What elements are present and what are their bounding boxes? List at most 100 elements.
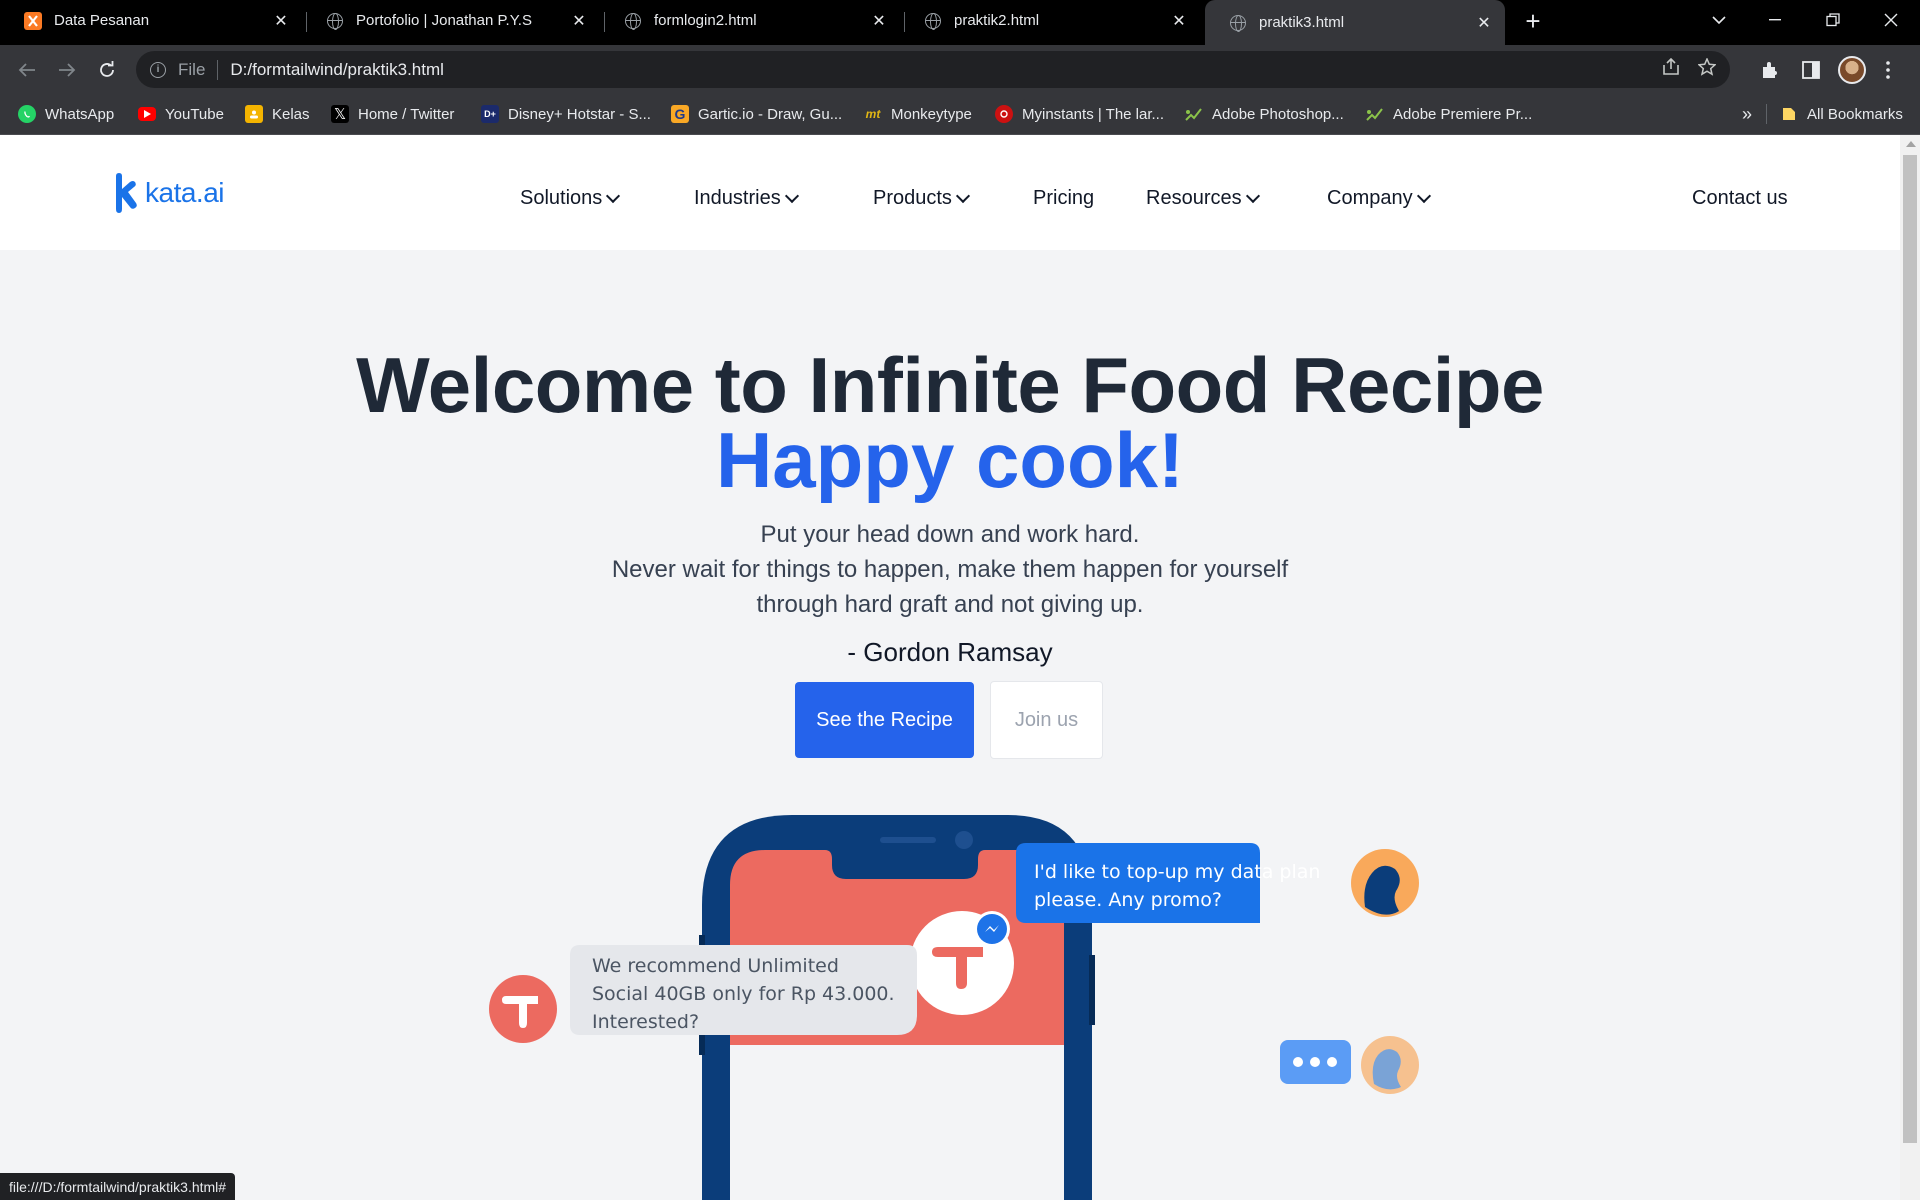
whatsapp-icon: [18, 105, 36, 123]
bot-message-line: Interested?: [592, 1011, 699, 1033]
extensions-icon[interactable]: [1760, 53, 1780, 87]
tab-praktik3[interactable]: praktik3.html ✕: [1205, 0, 1505, 45]
bookmarks-overflow-button[interactable]: »: [1742, 103, 1752, 125]
tab-title: formlogin2.html: [654, 12, 757, 29]
user-avatar-graphic: [1351, 849, 1419, 917]
nav-company[interactable]: Company: [1327, 187, 1431, 210]
chevron-down-icon: [1245, 188, 1260, 203]
tab-title: praktik3.html: [1259, 14, 1345, 31]
tab-search-icon[interactable]: [1696, 0, 1742, 40]
nav-resources[interactable]: Resources: [1146, 187, 1260, 210]
chatbot-illustration: I'd like to top-up my data plan please. …: [489, 815, 1419, 1200]
tab-praktik2[interactable]: praktik2.html ✕: [900, 0, 1200, 41]
reload-button[interactable]: [90, 53, 124, 87]
youtube-icon: [138, 107, 156, 121]
url-separator: [217, 59, 219, 80]
nav-pricing[interactable]: Pricing: [1033, 187, 1094, 210]
logo-text: kata.ai: [145, 177, 225, 208]
bookmark-label: Kelas: [272, 105, 310, 123]
bookmark-gartic[interactable]: G Gartic.io - Draw, Gu...: [671, 103, 842, 125]
typing-avatar-graphic: [1361, 1036, 1419, 1094]
nav-industries[interactable]: Industries: [694, 187, 799, 210]
chevron-down-icon: [784, 188, 799, 203]
close-tab-icon[interactable]: ✕: [1473, 12, 1495, 34]
nav-label: Products: [873, 187, 952, 209]
scroll-up-arrow-icon[interactable]: [1906, 141, 1916, 147]
restore-button[interactable]: [1810, 0, 1856, 40]
close-tab-icon[interactable]: ✕: [270, 10, 292, 32]
all-bookmarks-button[interactable]: All Bookmarks: [1780, 103, 1903, 125]
scrollbar-thumb[interactable]: [1903, 155, 1917, 1143]
tab-data-pesanan[interactable]: Data Pesanan ✕: [0, 0, 302, 41]
join-us-button[interactable]: Join us: [990, 681, 1103, 759]
url-text[interactable]: D:/formtailwind/praktik3.html: [230, 60, 444, 80]
site-navbar: kata.ai Solutions Industries Products Pr…: [0, 135, 1900, 250]
monkeytype-icon: mt: [865, 107, 881, 121]
gartic-icon: G: [671, 105, 689, 123]
menu-kebab-icon[interactable]: [1886, 53, 1890, 87]
nav-label: Company: [1327, 187, 1413, 209]
minimize-button[interactable]: [1752, 0, 1798, 40]
bookmark-label: WhatsApp: [45, 105, 115, 123]
tab-title: praktik2.html: [954, 12, 1040, 29]
close-tab-icon[interactable]: ✕: [1168, 10, 1190, 32]
page-viewport: kata.ai Solutions Industries Products Pr…: [0, 135, 1900, 1200]
tab-portofolio[interactable]: Portofolio | Jonathan P.Y.S ✕: [302, 0, 600, 41]
profile-avatar[interactable]: [1838, 53, 1866, 87]
new-tab-button[interactable]: +: [1518, 6, 1548, 36]
url-scheme-label: File: [178, 59, 206, 79]
bookmark-monkeytype[interactable]: mt Monkeytype: [864, 103, 972, 125]
quote-line: through hard graft and not giving up.: [756, 591, 1144, 618]
classroom-icon: [245, 105, 263, 123]
xampp-icon: [24, 11, 42, 30]
bookmark-premiere[interactable]: Adobe Premiere Pr...: [1366, 103, 1532, 125]
folder-icon: [1780, 105, 1798, 123]
site-logo[interactable]: kata.ai: [112, 173, 225, 213]
hero-quote: Put your head down and work hard. Never …: [0, 517, 1900, 622]
leaf-icon: [1185, 105, 1203, 123]
address-bar[interactable]: i File D:/formtailwind/praktik3.html: [136, 51, 1730, 88]
quote-line: Put your head down and work hard.: [760, 521, 1140, 548]
contact-us-link[interactable]: Contact us: [1692, 187, 1788, 210]
bookmark-label: Home / Twitter: [358, 105, 455, 123]
bookmark-twitter[interactable]: 𝕏 Home / Twitter: [331, 103, 454, 125]
bookmark-label: Myinstants | The lar...: [1022, 105, 1165, 123]
browser-toolbar: i File D:/formtailwind/praktik3.html: [0, 45, 1920, 94]
bookmark-myinstants[interactable]: Myinstants | The lar...: [995, 103, 1164, 125]
tab-formlogin2[interactable]: formlogin2.html ✕: [600, 0, 900, 41]
side-panel-icon[interactable]: [1802, 53, 1820, 87]
hero-title: Welcome to Infinite Food Recipe: [356, 341, 1544, 429]
bookmarks-bar: WhatsApp YouTube Kelas 𝕏 Home / Twitter …: [0, 94, 1920, 135]
bookmark-youtube[interactable]: YouTube: [138, 103, 224, 125]
bookmark-whatsapp[interactable]: WhatsApp: [18, 103, 114, 125]
nav-label: Resources: [1146, 187, 1242, 209]
close-tab-icon[interactable]: ✕: [868, 10, 890, 32]
nav-products[interactable]: Products: [873, 187, 971, 210]
back-button[interactable]: [10, 53, 44, 87]
bookmarks-divider: [1766, 104, 1767, 124]
bookmark-label: All Bookmarks: [1807, 105, 1903, 123]
close-window-button[interactable]: [1868, 0, 1914, 40]
leaf-icon: [1366, 105, 1384, 123]
info-icon[interactable]: i: [150, 61, 166, 78]
bookmark-photoshop[interactable]: Adobe Photoshop...: [1185, 103, 1344, 125]
nav-solutions[interactable]: Solutions: [520, 187, 621, 210]
myinstants-icon: [995, 105, 1013, 123]
t-logo-graphic: [910, 911, 1014, 1015]
page-scrollbar[interactable]: [1900, 135, 1920, 1200]
tab-title: Data Pesanan: [54, 12, 150, 29]
bookmark-star-icon[interactable]: [1697, 57, 1717, 81]
x-icon: 𝕏: [331, 105, 349, 123]
bookmark-hotstar[interactable]: D+ Disney+ Hotstar - S...: [481, 103, 651, 125]
bookmark-label: YouTube: [165, 105, 224, 123]
user-message-bubble: I'd like to top-up my data plan please. …: [1016, 843, 1320, 923]
forward-button[interactable]: [50, 53, 84, 87]
hotstar-icon: D+: [481, 105, 499, 123]
quote-line: Never wait for things to happen, make th…: [611, 556, 1289, 583]
close-tab-icon[interactable]: ✕: [568, 10, 590, 32]
bookmark-kelas[interactable]: Kelas: [245, 103, 310, 125]
tab-title: Portofolio | Jonathan P.Y.S: [356, 12, 532, 29]
share-icon[interactable]: [1662, 57, 1680, 81]
quote-author: - Gordon Ramsay: [847, 637, 1053, 667]
see-recipe-button[interactable]: See the Recipe: [795, 682, 974, 758]
